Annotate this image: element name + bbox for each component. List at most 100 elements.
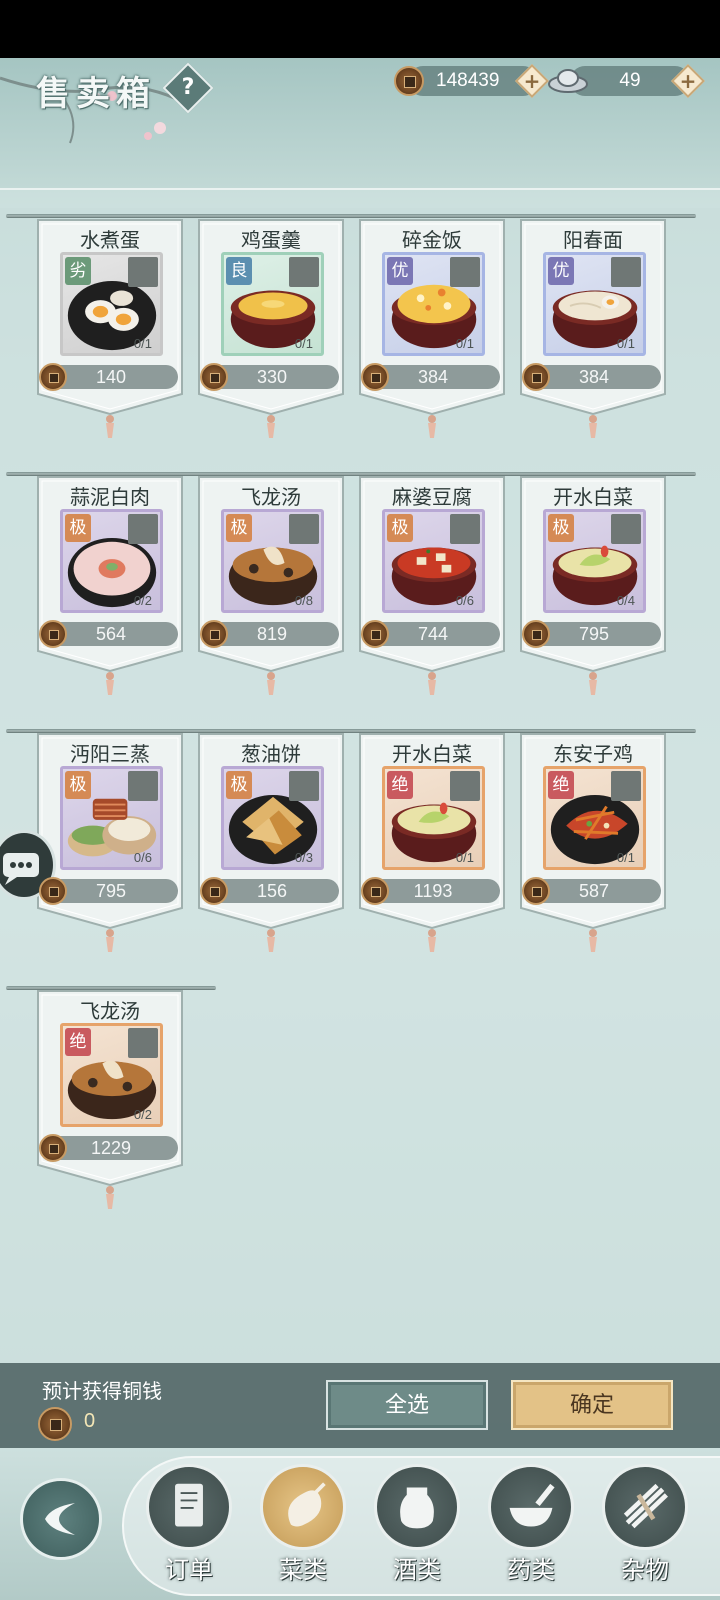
tassel-decoration — [267, 929, 275, 952]
wine-jar-icon — [400, 1487, 434, 1529]
dish-card[interactable]: 阳春面 优 0/1 384 — [519, 218, 667, 438]
nav-tab[interactable]: 订单 — [146, 1454, 234, 1600]
nav-tab-icon-disc — [488, 1464, 574, 1550]
copper-coin-icon — [200, 877, 228, 905]
quality-badge: 优 — [548, 257, 574, 285]
mortar-icon — [509, 1483, 555, 1527]
price-value: 564 — [95, 624, 127, 644]
estimate-label: 预计获得铜钱 — [42, 1379, 162, 1403]
nav-tab-icon-disc — [146, 1464, 232, 1550]
selection-slot[interactable] — [450, 771, 480, 801]
dish-card[interactable]: 沔阳三蒸 极 0/6 795 — [36, 732, 184, 952]
dish-image-frame: 极 0/6 — [60, 766, 163, 870]
price-value: 140 — [95, 367, 127, 387]
confirm-button[interactable]: 确定 — [511, 1380, 673, 1430]
selection-slot[interactable] — [611, 771, 641, 801]
eggplant-icon — [288, 1482, 326, 1527]
stock-count: 0/1 — [294, 336, 313, 351]
dish-name: 飞龙汤 — [241, 485, 301, 509]
dish-card[interactable]: 开水白菜 极 0/4 795 — [519, 475, 667, 695]
plus-icon: + — [523, 69, 541, 93]
selection-slot[interactable] — [450, 257, 480, 287]
dish-card[interactable]: 开水白菜 绝 0/1 1193 — [358, 732, 506, 952]
copper-coin-icon — [522, 363, 550, 391]
tassel-decoration — [106, 415, 114, 438]
selection-slot[interactable] — [128, 771, 158, 801]
dish-name: 蒜泥白肉 — [70, 485, 150, 509]
dish-card[interactable]: 飞龙汤 极 0/8 819 — [197, 475, 345, 695]
dish-card[interactable]: 东安子鸡 绝 0/1 587 — [519, 732, 667, 952]
selection-slot[interactable] — [128, 1028, 158, 1058]
dish-image-frame: 极 0/4 — [543, 509, 646, 613]
tassel-decoration — [428, 415, 436, 438]
stock-count: 0/3 — [294, 850, 313, 865]
quality-badge: 绝 — [548, 771, 574, 799]
stock-count: 0/4 — [616, 593, 635, 608]
dish-image-frame: 优 0/1 — [382, 252, 485, 356]
selection-slot[interactable] — [289, 771, 319, 801]
quality-badge: 劣 — [65, 257, 91, 285]
tassel-decoration — [589, 415, 597, 438]
dish-name: 开水白菜 — [553, 485, 633, 509]
copper-coin-icon — [39, 363, 67, 391]
back-arrow-icon — [45, 1503, 75, 1535]
price-value: 1229 — [90, 1138, 132, 1158]
copper-coin-icon — [39, 877, 67, 905]
nav-tab[interactable]: 杂物 — [602, 1454, 690, 1600]
tassel-decoration — [106, 929, 114, 952]
nav-tab-label: 杂物 — [621, 1556, 669, 1584]
selection-slot[interactable] — [128, 514, 158, 544]
dish-card[interactable]: 飞龙汤 绝 0/2 1229 — [36, 989, 184, 1209]
quality-badge: 绝 — [65, 1028, 91, 1056]
dish-card[interactable]: 碎金饭 优 0/1 384 — [358, 218, 506, 438]
selection-slot[interactable] — [450, 514, 480, 544]
dish-card[interactable]: 鸡蛋羹 良 0/1 330 — [197, 218, 345, 438]
back-button[interactable] — [20, 1478, 102, 1560]
selection-slot[interactable] — [128, 257, 158, 287]
stock-count: 0/6 — [455, 593, 474, 608]
dish-name: 东安子鸡 — [553, 742, 633, 766]
selection-slot[interactable] — [611, 514, 641, 544]
nav-tab[interactable]: 菜类 — [260, 1454, 348, 1600]
quality-badge: 极 — [226, 771, 252, 799]
nav-tab[interactable]: 酒类 — [374, 1454, 462, 1600]
stock-count: 0/2 — [133, 1107, 152, 1122]
dish-card[interactable]: 蒜泥白肉 极 0/2 564 — [36, 475, 184, 695]
price-value: 1193 — [413, 881, 453, 901]
quality-badge: 极 — [65, 771, 91, 799]
tassel-decoration — [428, 929, 436, 952]
selection-slot[interactable] — [289, 257, 319, 287]
dish-image-frame: 绝 0/1 — [543, 766, 646, 870]
dish-name: 鸡蛋羹 — [241, 228, 301, 252]
copper-coin-icon — [522, 620, 550, 648]
dish-card[interactable]: 水煮蛋 劣 0/1 140 — [36, 218, 184, 438]
nav-tab-icon-disc — [260, 1464, 346, 1550]
nav-tab-label: 订单 — [165, 1556, 213, 1584]
select-all-button[interactable]: 全选 — [326, 1380, 488, 1430]
quality-badge: 优 — [387, 257, 413, 285]
dish-card[interactable]: 麻婆豆腐 极 0/6 744 — [358, 475, 506, 695]
price-value: 384 — [417, 367, 449, 387]
stock-count: 0/1 — [133, 336, 152, 351]
dish-name: 开水白菜 — [392, 742, 472, 766]
price-value: 156 — [256, 881, 288, 901]
stock-count: 0/6 — [133, 850, 152, 865]
page-title: 售卖箱 — [36, 74, 156, 114]
copper-amount: 148439 — [436, 70, 500, 91]
price-value: 384 — [578, 367, 610, 387]
copper-coin-icon — [200, 620, 228, 648]
price-value: 795 — [95, 881, 127, 901]
plus-icon: + — [679, 69, 697, 93]
copper-coin-icon — [361, 363, 389, 391]
tassel-decoration — [428, 672, 436, 695]
nav-tab[interactable]: 药类 — [488, 1454, 576, 1600]
quality-badge: 绝 — [387, 771, 413, 799]
stock-count: 0/1 — [455, 336, 474, 351]
selection-slot[interactable] — [289, 514, 319, 544]
dish-card[interactable]: 葱油饼 极 0/3 156 — [197, 732, 345, 952]
copper-coin-icon — [394, 66, 424, 96]
sell-box-screen: 售卖箱 ? 148439 + 49 + 水煮蛋 劣 0/1 140 鸡蛋羹 良 … — [0, 58, 720, 1600]
estimate-value: 0 — [84, 1410, 96, 1432]
silver-amount: 49 — [619, 70, 641, 91]
selection-slot[interactable] — [611, 257, 641, 287]
